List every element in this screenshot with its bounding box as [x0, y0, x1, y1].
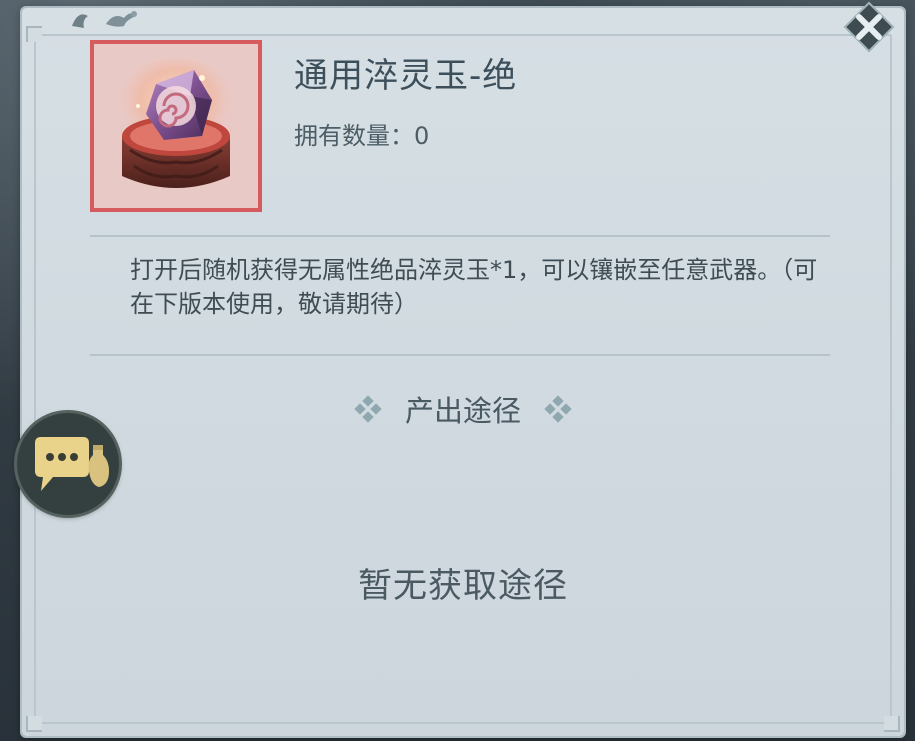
corner-ornament	[26, 26, 42, 42]
owned-label: 拥有数量：	[294, 122, 414, 150]
no-source-message: 暂无获取途径	[358, 566, 568, 606]
owned-quantity: 拥有数量：0	[294, 116, 429, 151]
chat-button[interactable]	[17, 413, 119, 515]
divider	[90, 354, 830, 356]
item-detail-panel: 通用淬灵玉-绝 拥有数量：0 打开后随机获得无属性绝品淬灵玉*1，可以镶嵌至任意…	[22, 1, 904, 736]
jade-box-icon	[114, 58, 238, 188]
corner-ornament	[26, 716, 42, 732]
close-icon	[843, 1, 895, 53]
item-description: 打开后随机获得无属性绝品淬灵玉*1，可以镶嵌至任意武器。（可在下版本使用，敬请期…	[130, 256, 818, 318]
sources-header: 产出途径	[22, 388, 904, 430]
item-icon-frame	[90, 40, 262, 212]
divider	[90, 235, 830, 237]
chat-bubble-icon	[35, 437, 109, 491]
close-button[interactable]	[840, 0, 898, 56]
corner-ornament	[884, 716, 900, 732]
sources-header-label: 产出途径	[404, 394, 521, 428]
owned-count: 0	[414, 122, 430, 150]
diamond-ornament-icon	[354, 395, 382, 423]
item-name: 通用淬灵玉-绝	[294, 56, 518, 96]
diamond-ornament-icon	[544, 395, 572, 423]
bird-ornament-icon	[72, 11, 137, 28]
